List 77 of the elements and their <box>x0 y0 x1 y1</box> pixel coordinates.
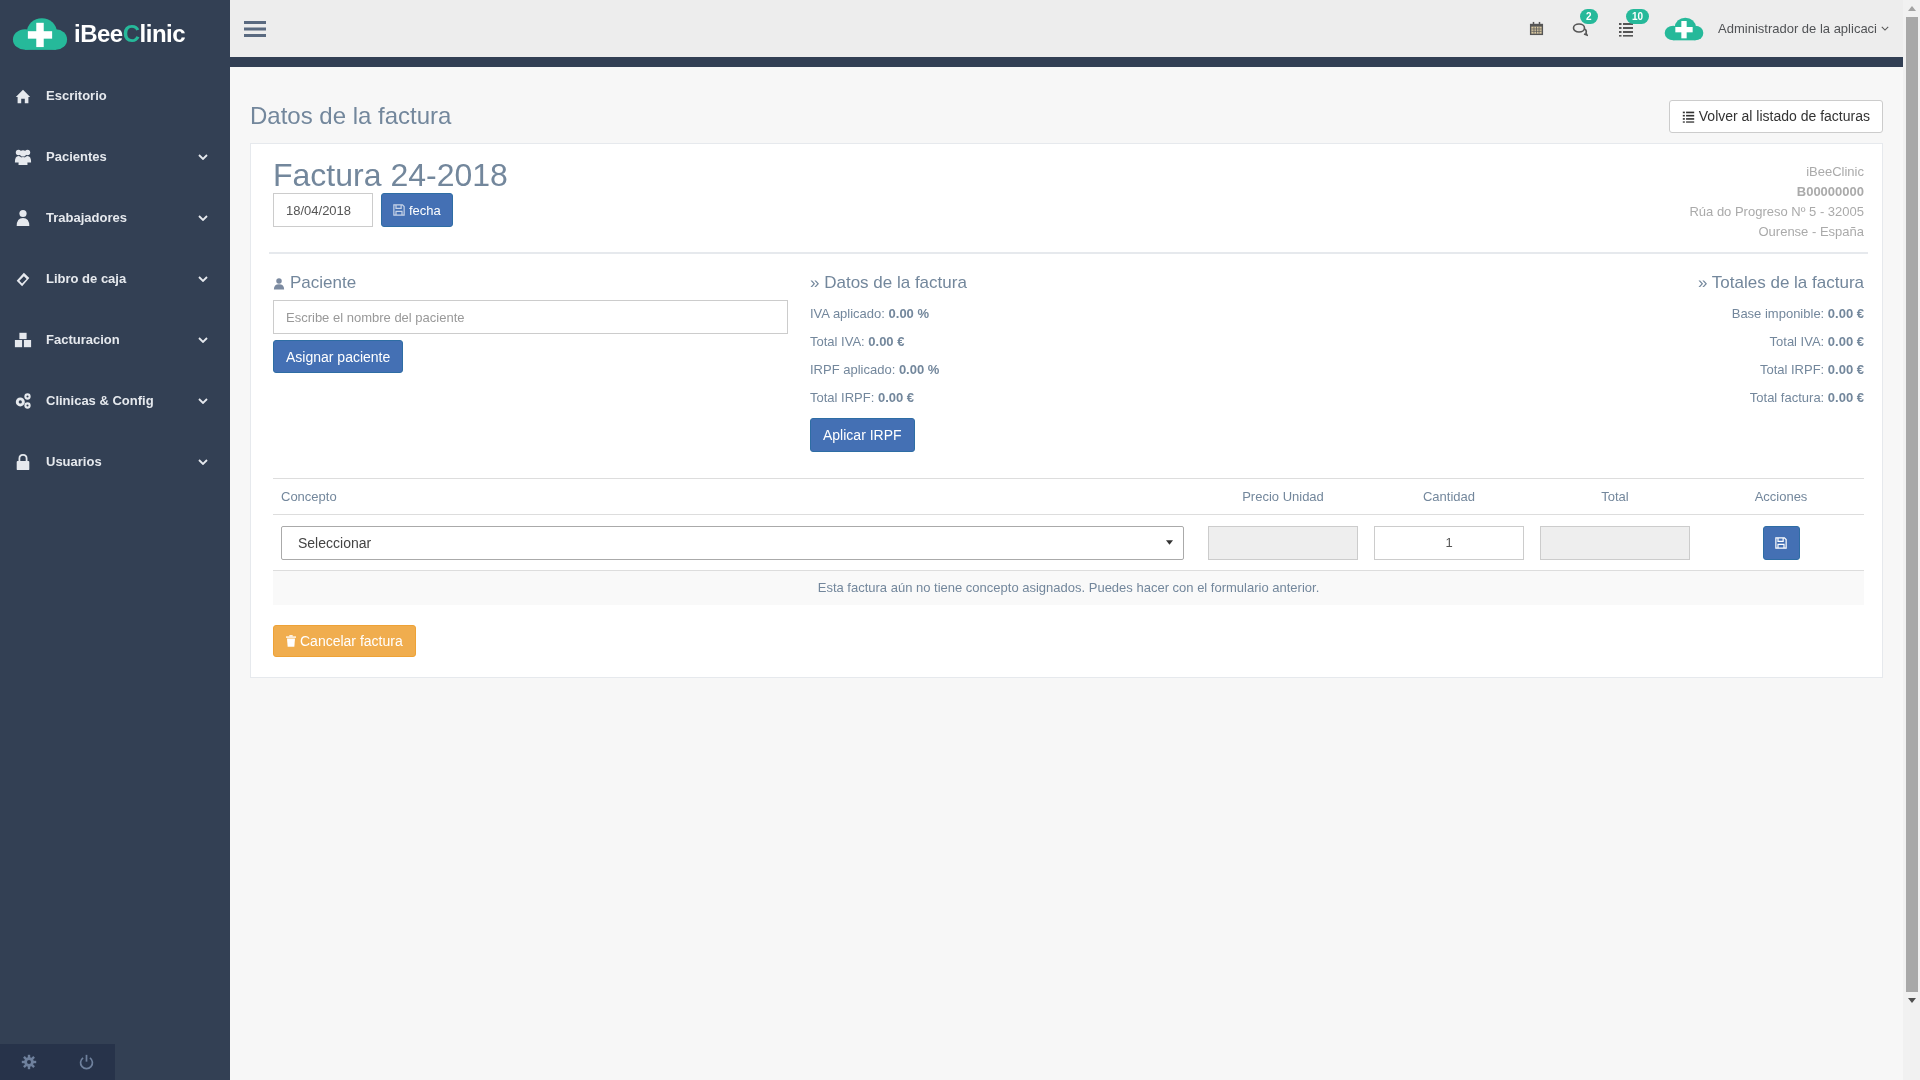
calendar-icon <box>1529 21 1545 36</box>
notification-button[interactable] <box>1618 20 1635 37</box>
chevron-down-icon <box>198 275 208 282</box>
save-line-button[interactable] <box>1762 525 1800 560</box>
sidebar-item[interactable]: Clinicas & Config <box>0 370 230 431</box>
chevron-down-icon <box>198 397 208 404</box>
calendar-button[interactable] <box>1529 21 1545 36</box>
user-menu[interactable]: Administrador de la aplicaci <box>1718 21 1889 36</box>
scroll-down-icon <box>1907 998 1916 1003</box>
brand-logo: iBeeClinic <box>74 20 186 48</box>
doctor-icon <box>14 208 32 227</box>
column-header: Precio Unidad <box>1241 489 1325 504</box>
summary-line: IVA aplicado: 0.00 % <box>810 305 931 323</box>
scroll-up-icon <box>1907 6 1916 11</box>
summary-line: IRPF aplicado: 0.00 % <box>810 361 941 379</box>
scrollbar[interactable] <box>1903 0 1920 1080</box>
list-icon <box>1618 20 1635 37</box>
user-icon <box>273 276 285 290</box>
power-icon <box>77 1053 95 1071</box>
save-icon <box>1775 536 1787 549</box>
company-info: B00000000 <box>1795 183 1864 201</box>
invoice-title: Factura 24-2018 <box>273 156 508 194</box>
lock-icon <box>14 452 32 471</box>
section-heading: » Datos de la factura <box>810 272 968 294</box>
save-date-button[interactable]: fecha <box>381 193 453 227</box>
summary-line: Total IRPF: 0.00 € <box>810 389 916 407</box>
trash-icon <box>286 635 296 647</box>
notification-count: 10 <box>1626 8 1650 24</box>
dropdown-arrow-icon <box>1166 540 1173 545</box>
users-icon <box>14 147 32 166</box>
assign-patient-button[interactable]: Asignar paciente <box>273 340 404 373</box>
section-heading: » Totales de la factura <box>1698 272 1864 294</box>
chevron-down-icon <box>198 214 208 221</box>
column-header: Total <box>1600 489 1630 504</box>
sidebar-item[interactable]: Usuarios <box>0 431 230 492</box>
apply-irpf-button[interactable]: Aplicar IRPF <box>810 418 915 452</box>
menu-icon <box>244 19 266 38</box>
company-info: Rúa do Progreso Nº 5 - 32005 <box>1689 203 1864 221</box>
gears-icon <box>14 391 32 410</box>
scrollbar-thumb[interactable] <box>1905 17 1918 992</box>
company-info: iBeeClinic <box>1805 163 1864 181</box>
summary-line: Total IVA: 0.00 € <box>810 333 906 351</box>
empty-message: Esta factura aún no tiene concepto asignados. Puedes hacer con el formulario anterior. <box>273 571 1864 605</box>
cloud-plus-icon <box>12 17 68 51</box>
company-info: Ourense - España <box>1757 223 1864 241</box>
chevron-down-icon <box>198 153 208 160</box>
column-header: Concepto <box>280 489 338 504</box>
chevron-down-icon <box>198 336 208 343</box>
settings-icon <box>20 1054 37 1070</box>
patient-search-field[interactable]: Escribe el nombre del paciente <box>273 300 788 334</box>
back-button[interactable]: Volver al listado de facturas <box>1668 99 1883 133</box>
cubes-icon <box>14 330 32 349</box>
list-icon <box>1681 109 1695 123</box>
comments-icon <box>1572 20 1589 37</box>
summary-line: Total IRPF: 0.00 € <box>1759 361 1864 379</box>
quantity-field[interactable]: 1 <box>1374 525 1524 560</box>
sidebar-item[interactable]: Trabajadores <box>0 187 230 248</box>
summary-line: Total factura: 0.00 € <box>1749 389 1864 407</box>
chevron-down-icon <box>1881 26 1889 31</box>
save-icon <box>393 204 405 216</box>
summary-line: Total IVA: 0.00 € <box>1769 333 1864 351</box>
notification-button[interactable] <box>1572 20 1589 37</box>
column-header: Cantidad <box>1421 489 1476 504</box>
section-title: Paciente <box>290 273 357 293</box>
sidebar-item[interactable]: Libro de caja <box>0 248 230 309</box>
notification-count: 2 <box>1580 8 1598 24</box>
summary-line: Base imponible: 0.00 € <box>1731 305 1864 323</box>
chevron-down-icon <box>198 458 208 465</box>
column-header: Acciones <box>1753 489 1809 504</box>
sidebar-item[interactable]: Escritorio <box>0 65 230 126</box>
concept-select[interactable]: Seleccionar <box>281 525 1184 560</box>
cloud-plus-icon <box>1664 16 1705 41</box>
page-title: Datos de la factura <box>250 102 452 130</box>
sidebar-item[interactable]: Pacientes <box>0 126 230 187</box>
menu-button[interactable] <box>244 19 266 38</box>
date-field[interactable]: 18/04/2018 <box>273 193 373 227</box>
sidebar-item[interactable]: Facturacion <box>0 309 230 370</box>
